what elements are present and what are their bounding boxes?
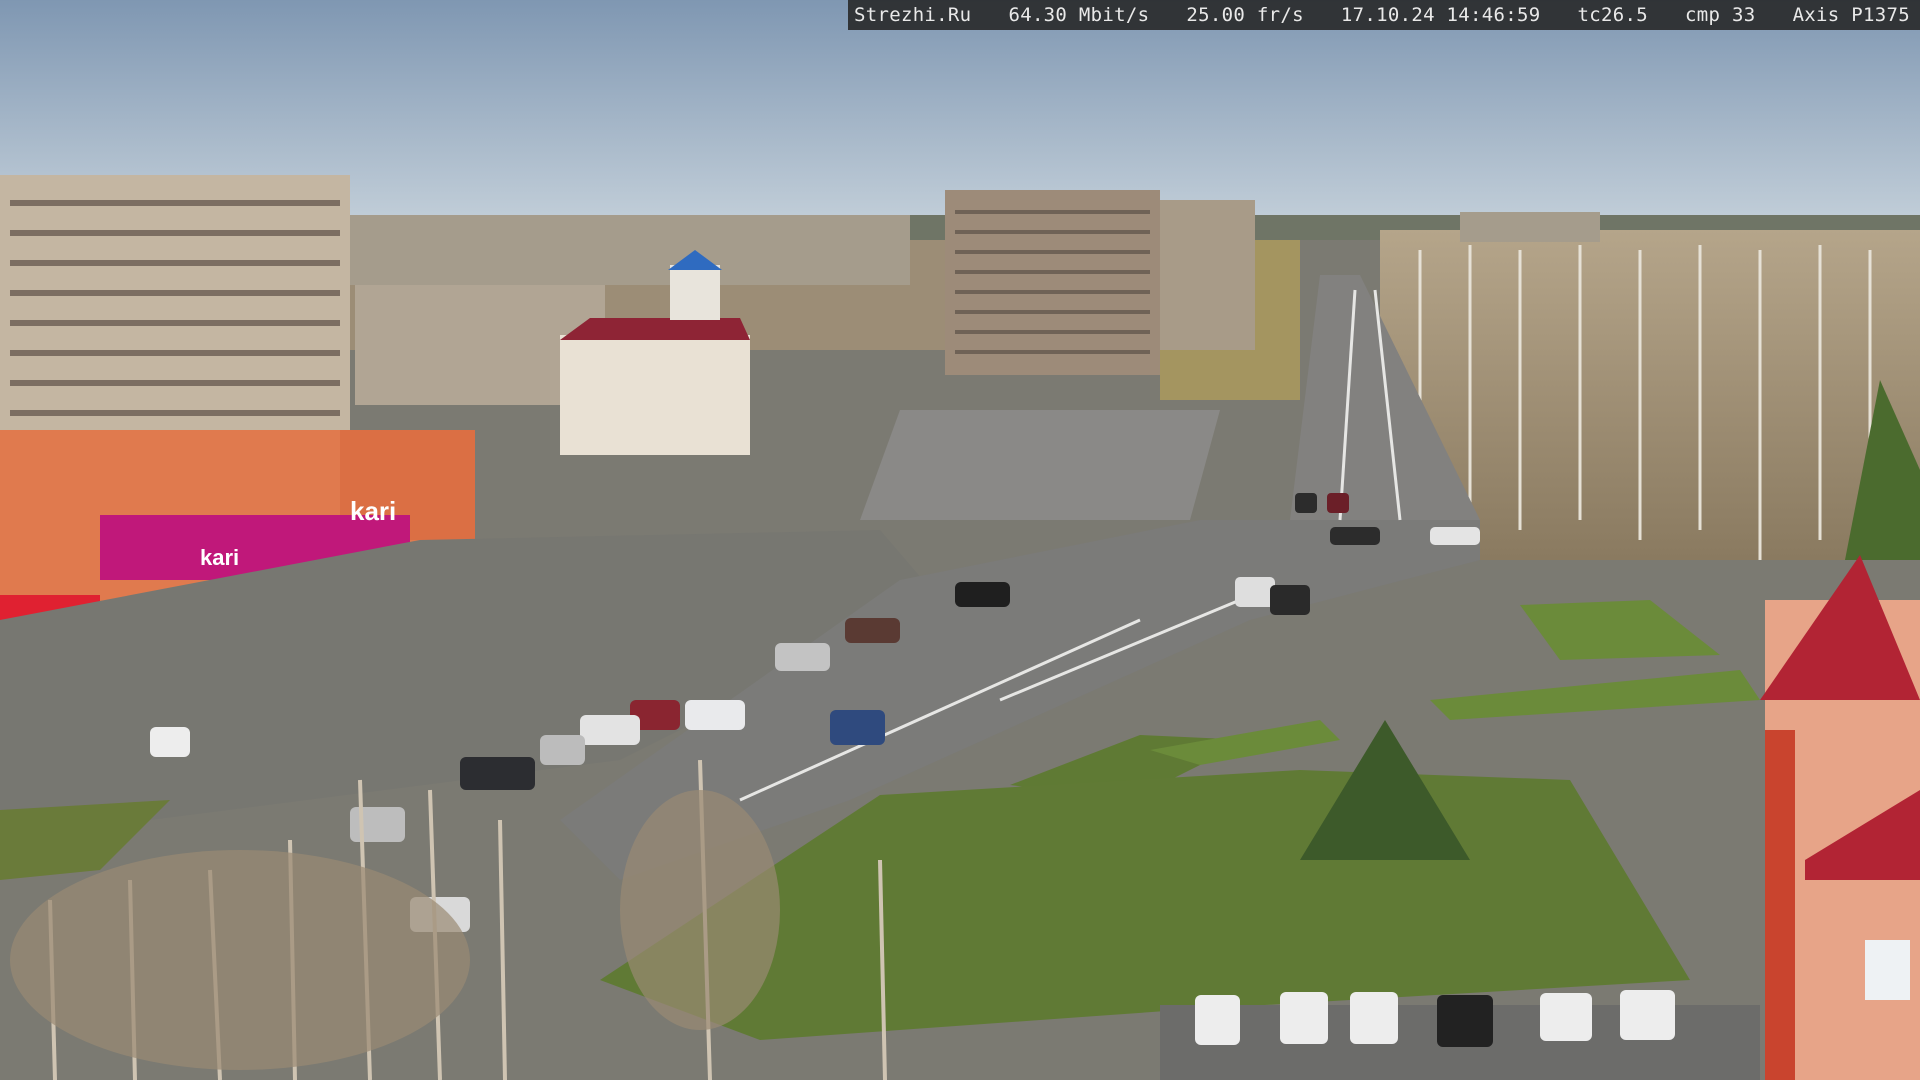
car [460,757,535,790]
car [1327,493,1349,513]
store-banner-text: kari [200,545,239,570]
osd-temperature: tc26.5 [1577,4,1648,26]
car [150,727,190,757]
car [1270,585,1310,615]
store-logo: kari [350,496,396,526]
camera-view: kari kari Strezhi.Ru 64.30 Mbit/s 25.00 … [0,0,1920,1080]
car [1430,527,1480,545]
car [830,710,885,745]
car [580,715,640,745]
tower-blue-roof-body [670,265,720,320]
osd-site: Strezhi.Ru [854,4,972,26]
apartment-center [945,190,1160,375]
osd-camera-model: Axis P1375 [1792,4,1910,26]
city-scene: kari kari [0,0,1920,1080]
far-building-1 [350,215,910,285]
car [775,643,830,671]
osd-bitrate: 64.30 Mbit/s [1008,4,1150,26]
car [845,618,900,643]
car [1195,995,1240,1045]
plaza-center [860,410,1220,520]
car [955,582,1010,607]
car [540,735,585,765]
camera-osd-bar: Strezhi.Ru 64.30 Mbit/s 25.00 fr/s 17.10… [848,0,1920,30]
building-right-panel [1765,730,1795,1080]
car [1620,990,1675,1040]
car [685,700,745,730]
red-roof [560,318,750,340]
car [1540,993,1592,1041]
car [1330,527,1380,545]
osd-compression: cmp 33 [1685,4,1756,26]
car [350,807,405,842]
osd-datetime: 17.10.24 14:46:59 [1340,4,1541,26]
building-right-window [1865,940,1910,1000]
car [1437,995,1493,1047]
far-building-2 [1460,212,1600,242]
car [1350,992,1398,1044]
car [1235,577,1275,607]
car [1280,992,1328,1044]
car [1295,493,1317,513]
osd-framerate: 25.00 fr/s [1186,4,1304,26]
apartment-center-2 [1160,200,1255,350]
building-red-roof [560,335,750,455]
